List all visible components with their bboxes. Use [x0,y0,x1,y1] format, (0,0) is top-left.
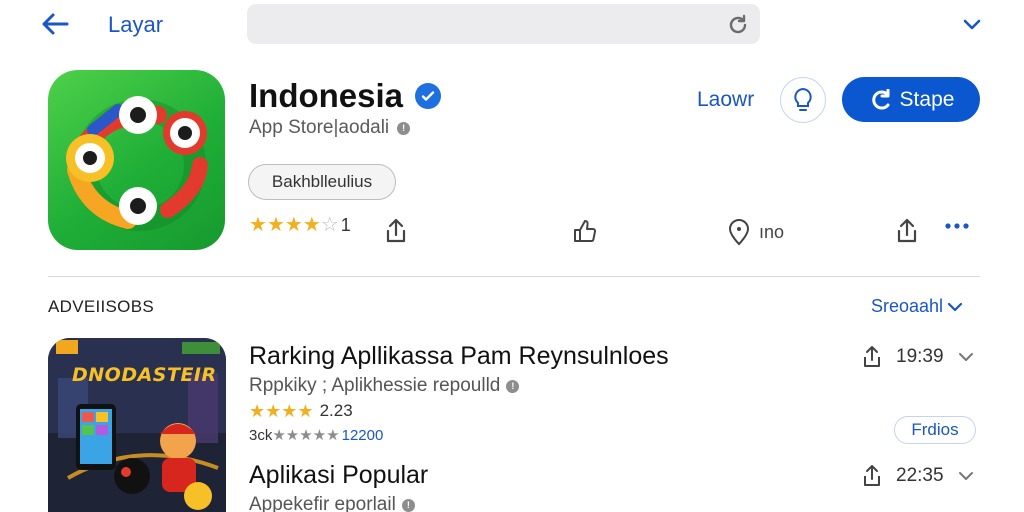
thumbnail-title: DNODASTEIR [72,364,217,386]
meta-prefix: 3ck [249,427,273,444]
rating-suffix: 1 [340,214,351,235]
app-logo-graphic [66,96,208,231]
list-item-subtitle-text: Appekefir eporlail [249,494,396,512]
list-item-time[interactable]: 19:39 [862,345,974,369]
verified-badge-icon [415,83,442,109]
list-item-subtitle-text: Rppkiky ; Aplikhessie repoulld [249,375,501,396]
star-icon: ★ [297,401,314,421]
star-icon: ★ [281,401,298,421]
rating-value: 2.23 [319,401,353,420]
share-icon [864,346,880,367]
app-rating: ★ ★ ★ ★ ☆ 1 [249,212,351,238]
share-button-2[interactable] [895,218,927,244]
page-title: Layar [108,12,164,37]
tag-button[interactable]: Frdios [894,416,976,444]
like-button[interactable] [572,218,606,244]
star-icon: ★ [265,401,282,421]
refresh-arrow-icon [871,88,890,109]
star-icon: ★ [302,214,321,236]
list-item-thumbnail[interactable]: DNODASTEIR [48,338,226,512]
chevron-down-icon [947,302,963,311]
info-icon: ! [397,121,411,135]
primary-action-label: Stape [899,87,955,111]
divider [48,276,980,277]
primary-action-button[interactable]: Stape [842,77,980,122]
star-icon: ★ [326,427,340,444]
list-item-title[interactable]: Aplikasi Popular [249,461,428,490]
more-options-button[interactable] [944,222,970,230]
back-button[interactable] [38,8,72,40]
refresh-icon [729,14,747,34]
star-icon: ★ [284,214,303,236]
info-icon: ! [506,379,520,393]
share-button[interactable] [382,216,410,246]
map-pin-icon [728,219,750,246]
list-item-rating: ★ ★ ★ ★ 2.23 [249,401,353,421]
app-name-text: Indonesia [249,77,404,114]
location-button[interactable]: ıno [727,218,784,246]
star-icon: ★ [272,427,286,444]
list-item-subtitle: Rppkiky ; Aplikhessie repoulld ! [249,375,520,397]
star-icon: ★ [285,427,300,444]
star-icon: ★ [312,427,327,444]
app-store-line: App Store|aodali ! [249,117,411,139]
top-bar: Layar [0,0,1024,50]
search-bar[interactable] [247,4,760,44]
star-icon: ★ [299,427,313,444]
share-icon [386,218,406,243]
time-text: 19:39 [896,346,944,367]
meta-value: 12200 [341,427,384,444]
star-icon: ★ [249,401,266,421]
list-item-meta: 3ck ★ ★ ★ ★ ★ 12200 [249,427,383,444]
chevron-down-icon [958,353,973,361]
secondary-link[interactable]: Laowr [697,88,754,112]
app-store-text: App Store|aodali [249,117,390,138]
bulb-button[interactable] [780,77,826,123]
list-item-subtitle: Appekefir eporlail ! [249,494,415,512]
chevron-down-icon [963,19,981,30]
list-item-time[interactable]: 22:35 [862,464,974,488]
lightbulb-icon [794,87,812,111]
share-icon [897,218,917,243]
star-empty-icon: ☆ [320,214,339,236]
refresh-button[interactable] [726,13,750,37]
info-icon: ! [401,498,415,512]
thumbs-up-icon [574,220,597,242]
arrow-left-icon [42,13,69,35]
list-item-title[interactable]: Rarking Apllikassa Pam Reynsulnloes [249,342,669,371]
section-more-label: Sreoaahl [871,296,944,316]
star-icon: ★ [266,214,285,236]
app-icon [48,70,225,250]
section-more-link[interactable]: Sreoaahl [871,296,963,317]
time-text: 22:35 [896,465,944,486]
chevron-down-icon [958,472,973,480]
share-icon [864,465,880,486]
category-chip[interactable]: Bakhblleulius [248,164,396,200]
more-dots-icon [945,223,969,229]
app-name: Indonesia [249,77,442,115]
menu-chevron-button[interactable] [958,12,986,36]
location-label: ıno [759,221,785,242]
section-title: ADVEIISOBS [48,297,154,316]
star-icon: ★ [249,214,267,236]
